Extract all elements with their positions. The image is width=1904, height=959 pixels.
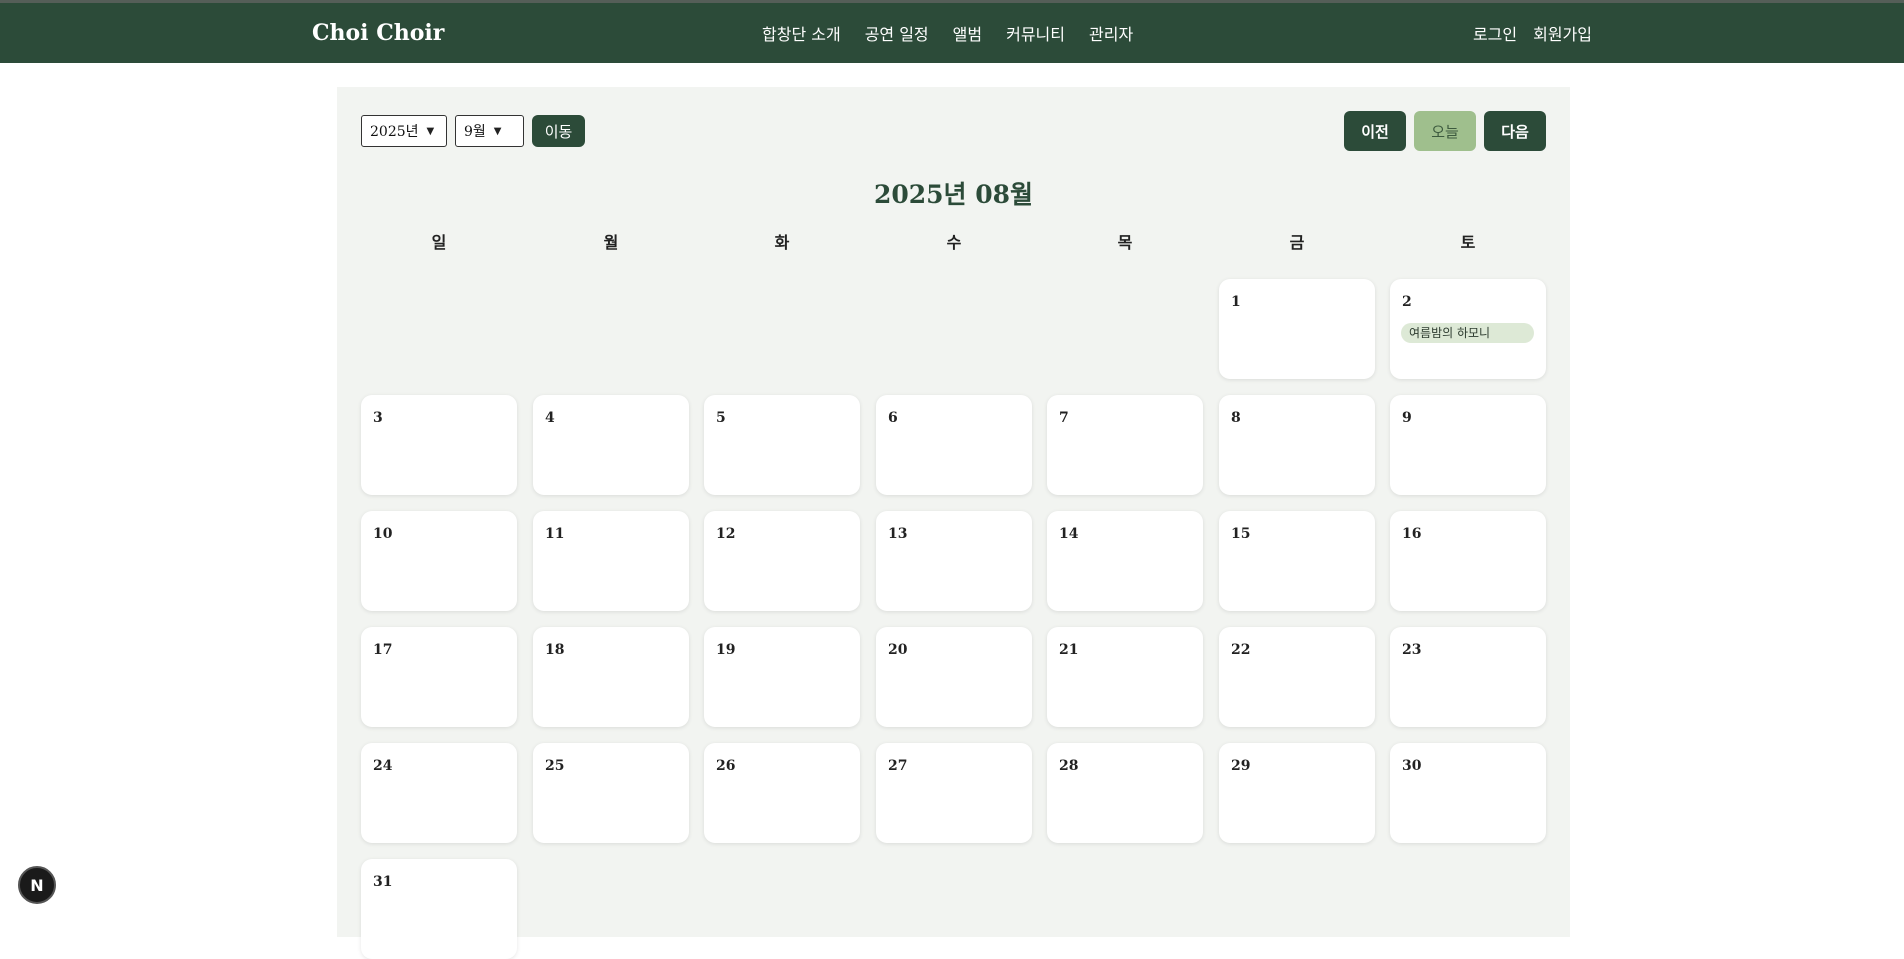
- day-number: 6: [888, 410, 898, 426]
- nav-about[interactable]: 합창단 소개: [762, 21, 841, 45]
- day-number: 23: [1402, 642, 1422, 658]
- day-cell[interactable]: 28: [1047, 743, 1203, 843]
- weekday-label: 화: [774, 233, 790, 252]
- day-number: 15: [1231, 526, 1251, 542]
- day-number: 16: [1402, 526, 1422, 542]
- today-button[interactable]: 오늘: [1414, 111, 1476, 151]
- day-number: 24: [373, 758, 393, 774]
- day-cell[interactable]: 13: [876, 511, 1032, 611]
- day-cell[interactable]: 12: [704, 511, 860, 611]
- nav-schedule[interactable]: 공연 일정: [865, 21, 929, 45]
- day-number: 8: [1231, 410, 1241, 426]
- day-number: 7: [1059, 410, 1069, 426]
- weekday-label: 금: [1289, 233, 1305, 252]
- day-cell[interactable]: 18: [533, 627, 689, 727]
- day-cell[interactable]: 20: [876, 627, 1032, 727]
- day-number: 17: [373, 642, 393, 658]
- weekday-label: 월: [603, 233, 619, 252]
- day-cell[interactable]: 6: [876, 395, 1032, 495]
- weekday-label: 목: [1117, 233, 1133, 252]
- brand-logo[interactable]: Choi Choir: [312, 20, 444, 46]
- day-cell[interactable]: 5: [704, 395, 860, 495]
- auth-links: 로그인 회원가입: [1473, 3, 1592, 63]
- weekday-label: 수: [946, 233, 962, 252]
- nav-admin[interactable]: 관리자: [1089, 21, 1133, 45]
- day-number: 20: [888, 642, 908, 658]
- day-number: 25: [545, 758, 565, 774]
- day-cell[interactable]: 29: [1219, 743, 1375, 843]
- navbar: Choi Choir 합창단 소개 공연 일정 앨범 커뮤니티 관리자 로그인 …: [0, 3, 1904, 63]
- day-number: 19: [716, 642, 736, 658]
- day-cell[interactable]: 10: [361, 511, 517, 611]
- day-cell[interactable]: 7: [1047, 395, 1203, 495]
- day-cell[interactable]: 26: [704, 743, 860, 843]
- month-select-value: 9월: [464, 124, 486, 140]
- day-number: 10: [373, 526, 393, 542]
- day-number: 18: [545, 642, 565, 658]
- day-number: 13: [888, 526, 908, 542]
- dev-tools-badge[interactable]: N: [18, 866, 56, 904]
- day-cell[interactable]: 24: [361, 743, 517, 843]
- day-number: 9: [1402, 410, 1412, 426]
- year-select[interactable]: 2025년 ▼: [361, 115, 447, 147]
- nav-album[interactable]: 앨범: [953, 21, 982, 45]
- day-cell[interactable]: 31: [361, 859, 517, 959]
- day-number: 2: [1402, 294, 1412, 310]
- chevron-down-icon: ▼: [493, 125, 502, 137]
- day-cell[interactable]: 4: [533, 395, 689, 495]
- weekday-label: 토: [1460, 233, 1476, 252]
- nav-community[interactable]: 커뮤니티: [1006, 21, 1065, 45]
- day-number: 1: [1231, 294, 1241, 310]
- day-number: 31: [373, 874, 393, 890]
- day-cell[interactable]: 16: [1390, 511, 1546, 611]
- day-number: 5: [716, 410, 726, 426]
- day-number: 29: [1231, 758, 1251, 774]
- day-number: 4: [545, 410, 555, 426]
- day-number: 22: [1231, 642, 1251, 658]
- day-number: 3: [373, 410, 383, 426]
- day-cell[interactable]: 30: [1390, 743, 1546, 843]
- day-cell[interactable]: 19: [704, 627, 860, 727]
- day-number: 12: [716, 526, 736, 542]
- day-cell[interactable]: 2 여름밤의 하모니: [1390, 279, 1546, 379]
- main-nav: 합창단 소개 공연 일정 앨범 커뮤니티 관리자: [762, 3, 1133, 63]
- go-button[interactable]: 이동: [532, 115, 585, 147]
- day-cell[interactable]: 22: [1219, 627, 1375, 727]
- month-select[interactable]: 9월 ▼: [455, 115, 524, 147]
- day-cell[interactable]: 1: [1219, 279, 1375, 379]
- calendar-title: 2025년 08월: [873, 180, 1034, 209]
- login-link[interactable]: 로그인: [1473, 21, 1517, 45]
- year-select-value: 2025년: [370, 124, 419, 140]
- prev-month-button[interactable]: 이전: [1344, 111, 1406, 151]
- day-cell[interactable]: 27: [876, 743, 1032, 843]
- day-cell[interactable]: 3: [361, 395, 517, 495]
- chevron-down-icon: ▼: [426, 125, 435, 137]
- day-number: 30: [1402, 758, 1422, 774]
- day-number: 21: [1059, 642, 1079, 658]
- next-month-button[interactable]: 다음: [1484, 111, 1546, 151]
- day-number: 14: [1059, 526, 1079, 542]
- day-cell[interactable]: 25: [533, 743, 689, 843]
- day-cell[interactable]: 15: [1219, 511, 1375, 611]
- day-cell[interactable]: 9: [1390, 395, 1546, 495]
- event-pill[interactable]: 여름밤의 하모니: [1401, 323, 1534, 343]
- day-cell[interactable]: 8: [1219, 395, 1375, 495]
- day-number: 28: [1059, 758, 1079, 774]
- weekday-label: 일: [431, 233, 447, 252]
- day-cell[interactable]: 23: [1390, 627, 1546, 727]
- day-cell[interactable]: 14: [1047, 511, 1203, 611]
- day-cell[interactable]: 21: [1047, 627, 1203, 727]
- weekday-header: 일월화수목금토: [361, 229, 1546, 253]
- day-cell[interactable]: 11: [533, 511, 689, 611]
- calendar-panel: 2025년 ▼ 9월 ▼ 이동 이전 오늘 다음 2025년 08월 일 월 화 수 목…: [337, 87, 1570, 959]
- day-cell[interactable]: 17: [361, 627, 517, 727]
- calendar-grid: 1 2 여름밤의 하모니 3 4 5 6 7 8 9 10 11 12 13 14 15 16 17 18 19 20 2…: [361, 279, 1546, 959]
- day-number: 27: [888, 758, 908, 774]
- signup-link[interactable]: 회원가입: [1533, 21, 1592, 45]
- day-number: 26: [716, 758, 736, 774]
- day-number: 11: [545, 526, 565, 542]
